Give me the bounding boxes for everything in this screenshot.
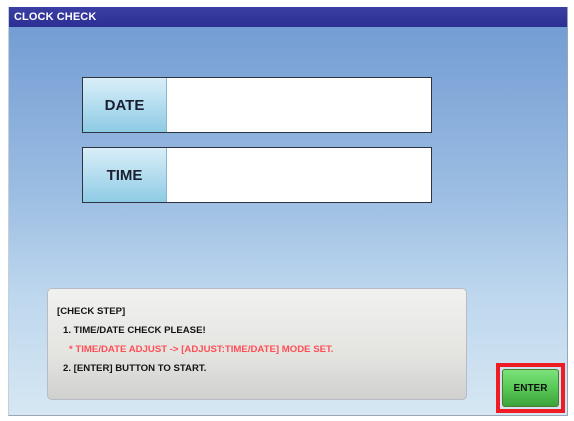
window-title: CLOCK CHECK [9,7,567,27]
time-input[interactable] [167,148,431,202]
time-field: TIME [82,147,432,203]
adjust-mode-note: * TIME/DATE ADJUST -> [ADJUST:TIME/DATE]… [69,344,334,355]
check-step-2: 2. [ENTER] BUTTON TO START. [63,363,207,374]
enter-button[interactable]: ENTER [502,369,559,407]
check-step-panel: [CHECK STEP] 1. TIME/DATE CHECK PLEASE! … [47,288,467,400]
date-field: DATE [82,77,432,133]
date-input[interactable] [167,78,431,132]
check-step-1: 1. TIME/DATE CHECK PLEASE! [63,325,206,336]
check-step-title: [CHECK STEP] [57,306,126,317]
time-label: TIME [83,148,167,202]
date-label: DATE [83,78,167,132]
clock-check-window: CLOCK CHECK DATE TIME [CHECK STEP] 1. TI… [8,7,568,416]
